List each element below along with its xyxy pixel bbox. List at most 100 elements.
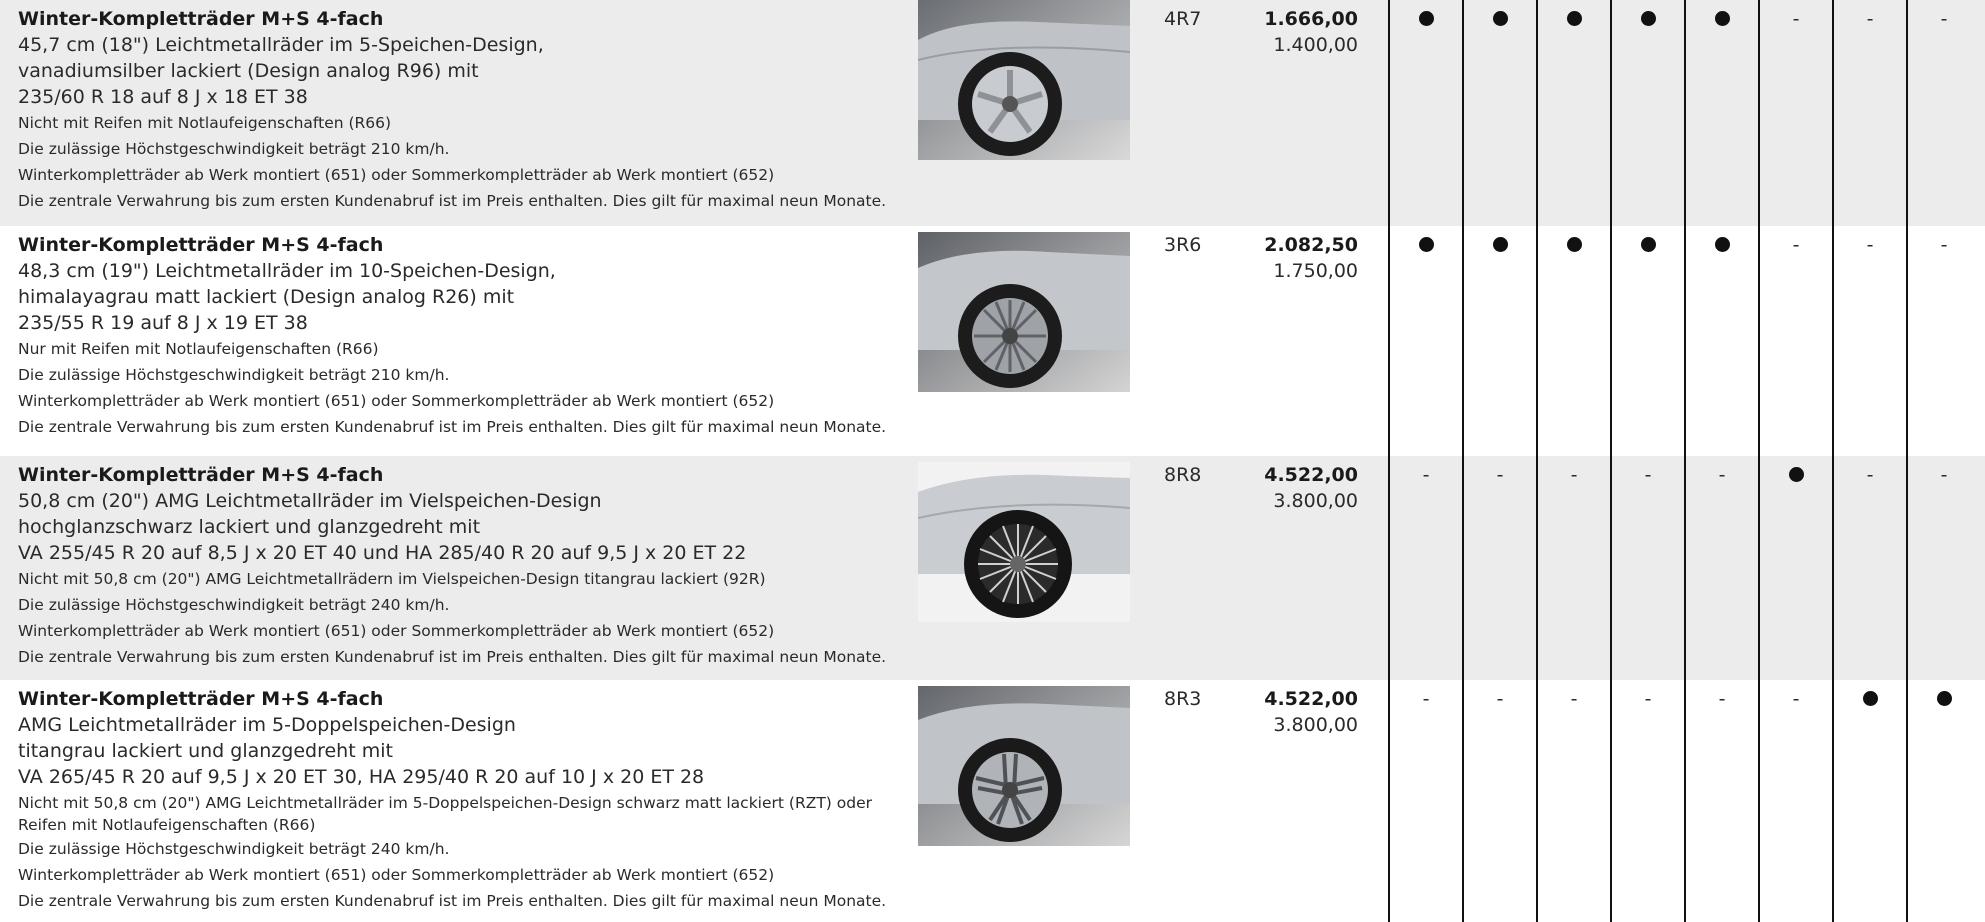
availability-mark: - [1940,464,1948,486]
availability-mark: - [1496,688,1504,710]
availability-mark: - [1570,464,1578,486]
option-note: Winterkompletträder ab Werk montiert (65… [18,392,775,410]
availability-mark [1463,6,1537,32]
availability-mark: - [1718,688,1726,710]
availability-mark: - [1422,464,1430,486]
table-row: Winter-Kompletträder M+S 4-fach AMG Leic… [0,680,1985,922]
option-code: 3R6 [1164,234,1202,256]
availability-mark [1833,686,1907,712]
option-description: Winter-Kompletträder M+S 4-fach 50,8 cm … [18,462,898,670]
price-cell: 4.522,00 3.800,00 [1200,686,1358,738]
option-note: Winterkompletträder ab Werk montiert (65… [18,622,775,640]
option-note: Die zentrale Verwahrung bis zum ersten K… [18,418,887,436]
availability-mark: - [1792,234,1800,256]
option-note: Die zulässige Höchstgeschwindigkeit betr… [18,366,450,384]
standard-dot-icon [1862,690,1878,706]
wheel-spec-line: 48,3 cm (19") Leichtmetallräder im 10-Sp… [18,260,556,282]
availability-mark: - [1570,688,1578,710]
column-divider [1610,0,1612,922]
tire-size-line: 235/55 R 19 auf 8 J x 19 ET 38 [18,312,308,334]
option-title: Winter-Kompletträder M+S 4-fach [18,234,384,256]
column-divider [1684,0,1686,922]
wheel-photo [918,462,1130,622]
availability-mark [1537,6,1611,32]
standard-dot-icon [1640,236,1656,252]
availability-mark [1685,232,1759,258]
option-note: Nur mit Reifen mit Notlaufeigenschaften … [18,340,379,358]
price-cell: 1.666,00 1.400,00 [1200,6,1358,58]
standard-dot-icon [1936,690,1952,706]
tire-size-line: VA 255/45 R 20 auf 8,5 J x 20 ET 40 und … [18,542,747,564]
option-title: Winter-Kompletträder M+S 4-fach [18,688,384,710]
availability-mark: - [1422,688,1430,710]
availability-mark [1907,686,1981,712]
column-divider [1388,0,1390,922]
wheel-spec-line: himalayagrau matt lackiert (Design analo… [18,286,515,308]
wheel-spec-line: hochglanzschwarz lackiert und glanzgedre… [18,516,481,538]
standard-dot-icon [1492,10,1508,26]
column-divider [1758,0,1760,922]
option-code: 8R8 [1164,464,1202,486]
option-description: Winter-Kompletträder M+S 4-fach AMG Leic… [18,686,898,914]
standard-dot-icon [1566,236,1582,252]
availability-mark: - [1644,464,1652,486]
option-note: Die zentrale Verwahrung bis zum ersten K… [18,648,887,666]
price-gross: 1.666,00 [1264,8,1358,30]
price-gross: 2.082,50 [1264,234,1358,256]
availability-mark [1389,232,1463,258]
availability-mark: - [1718,464,1726,486]
option-note: Die zentrale Verwahrung bis zum ersten K… [18,192,887,210]
price-gross: 4.522,00 [1264,464,1358,486]
standard-dot-icon [1714,10,1730,26]
option-note: Die zentrale Verwahrung bis zum ersten K… [18,892,887,910]
option-note: Nicht mit 50,8 cm (20") AMG Leichtmetall… [18,794,872,834]
option-code: 8R3 [1164,688,1202,710]
availability-mark [1537,232,1611,258]
tire-size-line: 235/60 R 18 auf 8 J x 18 ET 38 [18,86,308,108]
availability-mark [1389,6,1463,32]
option-note: Winterkompletträder ab Werk montiert (65… [18,866,775,884]
option-code: 4R7 [1164,8,1202,30]
column-divider [1832,0,1834,922]
availability-mark: - [1866,464,1874,486]
availability-mark: - [1644,688,1652,710]
column-divider [1536,0,1538,922]
wheel-photo [918,686,1130,846]
price-gross: 4.522,00 [1264,688,1358,710]
price-cell: 2.082,50 1.750,00 [1200,232,1358,284]
standard-dot-icon [1418,236,1434,252]
availability-mark: - [1792,8,1800,30]
option-note: Die zulässige Höchstgeschwindigkeit betr… [18,840,450,858]
wheel-photo [918,0,1130,160]
standard-dot-icon [1788,466,1804,482]
table-row: Winter-Kompletträder M+S 4-fach 50,8 cm … [0,456,1985,680]
availability-mark [1611,232,1685,258]
column-divider [1906,0,1908,922]
availability-mark: - [1866,234,1874,256]
availability-mark [1463,232,1537,258]
standard-dot-icon [1640,10,1656,26]
standard-dot-icon [1714,236,1730,252]
availability-mark: - [1940,234,1948,256]
option-title: Winter-Kompletträder M+S 4-fach [18,8,384,30]
option-price-table: Winter-Kompletträder M+S 4-fach 45,7 cm … [0,0,1985,922]
availability-mark [1685,6,1759,32]
option-note: Die zulässige Höchstgeschwindigkeit betr… [18,596,450,614]
wheel-spec-line: vanadiumsilber lackiert (Design analog R… [18,60,479,82]
option-note: Winterkompletträder ab Werk montiert (65… [18,166,775,184]
availability-mark: - [1866,8,1874,30]
option-title: Winter-Kompletträder M+S 4-fach [18,464,384,486]
price-net: 3.800,00 [1273,490,1358,512]
price-net: 3.800,00 [1273,714,1358,736]
price-cell: 4.522,00 3.800,00 [1200,462,1358,514]
column-divider [1462,0,1464,922]
option-description: Winter-Kompletträder M+S 4-fach 45,7 cm … [18,6,898,214]
availability-mark: - [1940,8,1948,30]
wheel-photo [918,232,1130,392]
wheel-spec-line: 45,7 cm (18") Leichtmetallräder im 5-Spe… [18,34,544,56]
table-row: Winter-Kompletträder M+S 4-fach 48,3 cm … [0,226,1985,456]
table-row: Winter-Kompletträder M+S 4-fach 45,7 cm … [0,0,1985,226]
availability-mark [1759,462,1833,488]
standard-dot-icon [1492,236,1508,252]
wheel-spec-line: 50,8 cm (20") AMG Leichtmetallräder im V… [18,490,602,512]
